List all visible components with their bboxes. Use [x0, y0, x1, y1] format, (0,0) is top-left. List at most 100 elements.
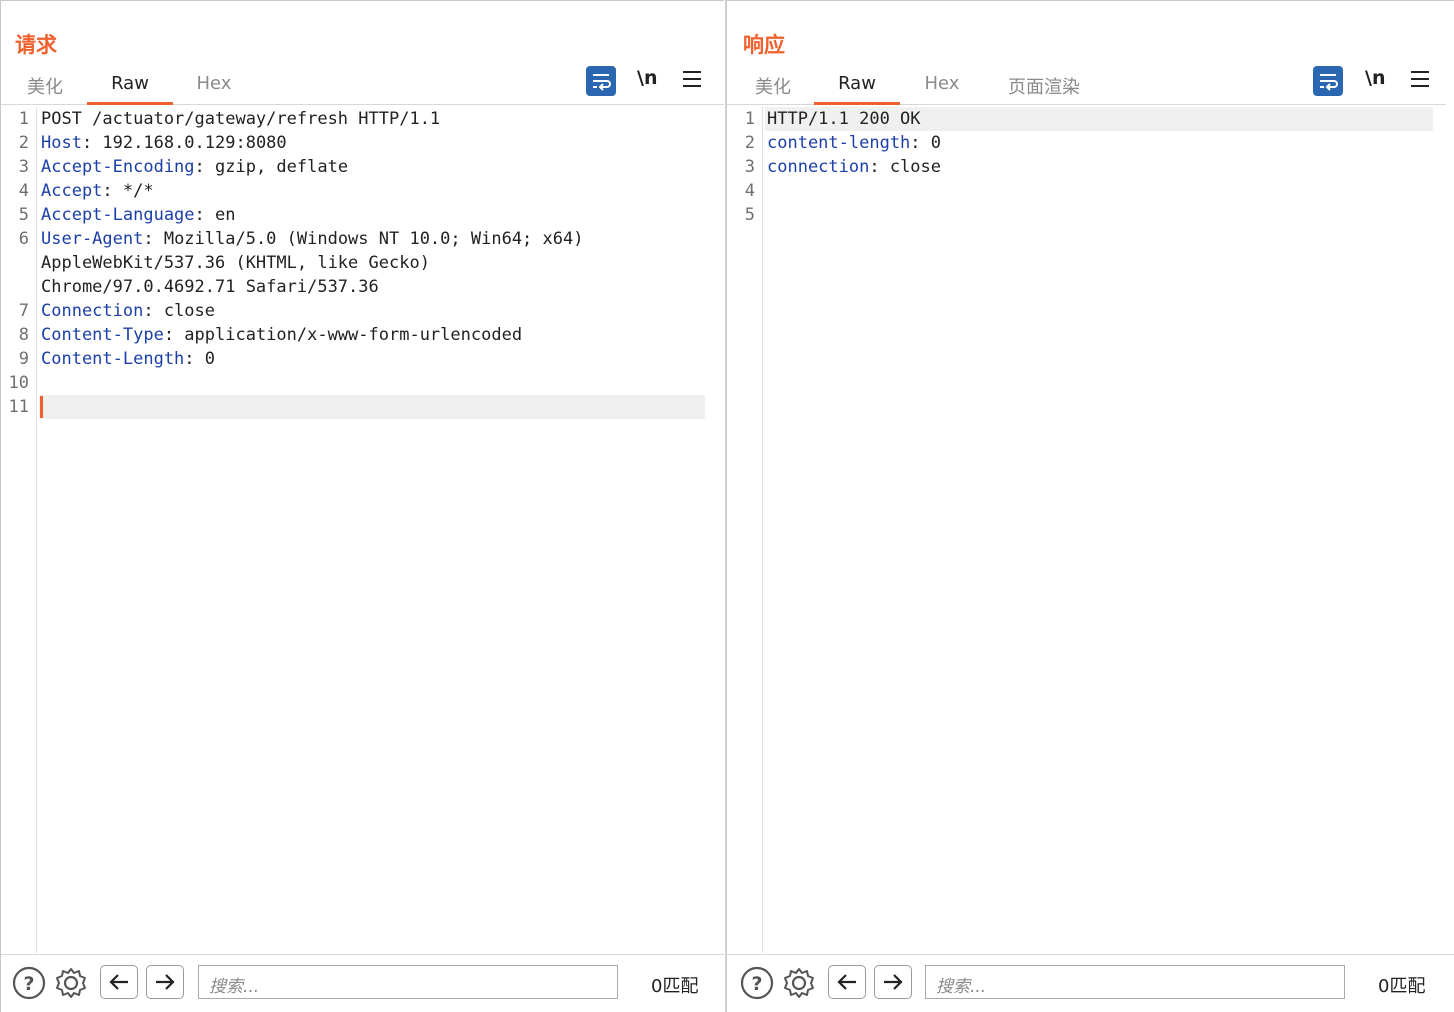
- match-count: 0匹配: [651, 976, 699, 997]
- arrow-left-icon: [837, 974, 856, 990]
- svg-text:?: ?: [751, 973, 762, 995]
- line-content: Accept-Language: en: [41, 203, 235, 227]
- menu-icon[interactable]: [683, 71, 701, 87]
- header-name: Accept: [41, 181, 103, 201]
- line-content: content-length: 0: [767, 131, 941, 155]
- settings-button[interactable]: [53, 965, 89, 1001]
- tab-hex[interactable]: Hex: [915, 73, 969, 105]
- code-line: 3 connection: close: [727, 155, 1454, 179]
- header-name: Accept-Encoding: [41, 157, 195, 177]
- header-value: : 192.168.0.129:8080: [81, 133, 287, 153]
- tab-pretty[interactable]: 美化: [751, 73, 795, 105]
- header-name: User-Agent: [41, 229, 144, 249]
- wrap-icon: [1320, 74, 1338, 91]
- header-name: Content-Length: [41, 349, 185, 369]
- header-value: : application/x-www-form-urlencoded: [163, 325, 523, 345]
- header-name: Host: [41, 133, 82, 153]
- code-line: 2 content-length: 0: [727, 131, 1454, 155]
- header-name: connection: [767, 157, 870, 177]
- help-icon: ?: [740, 966, 774, 1000]
- line-content: Content-Length: 0: [41, 347, 215, 371]
- header-value: : en: [194, 205, 236, 225]
- line-content: HTTP/1.1 200 OK: [767, 107, 921, 131]
- help-icon: ?: [12, 966, 46, 1000]
- line-number: 9: [18, 349, 29, 369]
- code-line: 1 POST /actuator/gateway/refresh HTTP/1.1: [1, 107, 724, 131]
- code-line: 9 Content-Length: 0: [1, 347, 724, 371]
- code-line: 2 Host: 192.168.0.129:8080: [1, 131, 724, 155]
- gear-icon: [784, 968, 814, 998]
- wrap-lines-button[interactable]: [586, 66, 616, 96]
- tab-hex[interactable]: Hex: [187, 73, 241, 105]
- code-line: 4 Accept: */*: [1, 179, 724, 203]
- line-gutter: [727, 107, 763, 953]
- line-number: 4: [744, 181, 755, 201]
- previous-match-button[interactable]: [100, 965, 138, 999]
- code-line: 11: [1, 395, 724, 419]
- previous-match-button[interactable]: [828, 965, 866, 999]
- header-name: content-length: [767, 133, 911, 153]
- line-content: Chrome/97.0.4692.71 Safari/537.36: [41, 275, 379, 299]
- code-line: 6 User-Agent: Mozilla/5.0 (Windows NT 10.…: [1, 227, 724, 251]
- line-content: User-Agent: Mozilla/5.0 (Windows NT 10.0…: [41, 227, 583, 251]
- tab-pretty[interactable]: 美化: [23, 73, 67, 105]
- code-line: 4: [727, 179, 1454, 203]
- code-line: 5 Accept-Language: en: [1, 203, 724, 227]
- header-value: : close: [869, 157, 942, 177]
- next-match-button[interactable]: [146, 965, 184, 999]
- header-value: Chrome/97.0.4692.71 Safari/537.36: [41, 277, 379, 297]
- search-input[interactable]: 搜索...: [198, 965, 618, 999]
- response-pane: 响应 美化 Raw Hex 页面渲染 \n 1 HTTP/1.1 200 OK 2 c…: [725, 0, 1454, 1012]
- help-button[interactable]: ?: [739, 965, 775, 1001]
- code-line: 7 Connection: close: [1, 299, 724, 323]
- code-line: 3 Accept-Encoding: gzip, deflate: [1, 155, 724, 179]
- help-button[interactable]: ?: [11, 965, 47, 1001]
- response-title: 响应: [743, 33, 785, 57]
- header-value: : close: [143, 301, 216, 321]
- next-match-button[interactable]: [874, 965, 912, 999]
- response-footer: ? 搜索... 0匹配: [727, 954, 1454, 1012]
- header-value: : Mozilla/5.0 (Windows NT 10.0; Win64; x…: [143, 229, 584, 249]
- header-value: HTTP/1.1 200 OK: [767, 109, 921, 129]
- header-value: : gzip, deflate: [194, 157, 349, 177]
- wrap-lines-button[interactable]: [1313, 66, 1343, 96]
- tab-render[interactable]: 页面渲染: [1003, 73, 1085, 105]
- show-newlines-button[interactable]: \n: [637, 67, 657, 89]
- request-editor[interactable]: 1 POST /actuator/gateway/refresh HTTP/1.1…: [1, 107, 724, 953]
- header-value: : 0: [910, 133, 942, 153]
- line-number: 3: [744, 157, 755, 177]
- line-content: Accept-Encoding: gzip, deflate: [41, 155, 348, 179]
- line-content: Content-Type: application/x-www-form-url…: [41, 323, 522, 347]
- line-number: 3: [18, 157, 29, 177]
- code-line: 8 Content-Type: application/x-www-form-ur…: [1, 323, 724, 347]
- show-newlines-button[interactable]: \n: [1365, 67, 1385, 89]
- line-number: 1: [18, 109, 29, 129]
- header-value: POST /actuator/gateway/refresh HTTP/1.1: [41, 109, 441, 129]
- menu-icon[interactable]: [1411, 71, 1429, 87]
- line-number: 1: [744, 109, 755, 129]
- code-line: AppleWebKit/537.36 (KHTML, like Gecko): [1, 251, 724, 275]
- header-name: Accept-Language: [41, 205, 195, 225]
- tab-raw[interactable]: Raw: [87, 73, 173, 105]
- code-line: 10: [1, 371, 724, 395]
- line-number: 2: [744, 133, 755, 153]
- line-content: POST /actuator/gateway/refresh HTTP/1.1: [41, 107, 440, 131]
- header-value: : */*: [102, 181, 154, 201]
- line-number: 8: [18, 325, 29, 345]
- response-editor[interactable]: 1 HTTP/1.1 200 OK 2 content-length: 0 3 conne…: [727, 107, 1454, 953]
- gear-icon: [56, 968, 86, 998]
- line-number: 10: [8, 373, 29, 393]
- line-number: 5: [744, 205, 755, 225]
- tab-raw[interactable]: Raw: [814, 73, 900, 105]
- line-number: 6: [18, 229, 29, 249]
- request-pane: 请求 美化 Raw Hex \n 1 POST /actuator/gateway…: [0, 0, 724, 1012]
- header-value: : 0: [184, 349, 216, 369]
- line-number: 11: [8, 397, 29, 417]
- request-title: 请求: [15, 33, 57, 57]
- line-number: 5: [18, 205, 29, 225]
- search-input[interactable]: 搜索...: [925, 965, 1345, 999]
- line-content: Connection: close: [41, 299, 215, 323]
- arrow-left-icon: [109, 974, 128, 990]
- svg-text:?: ?: [23, 973, 34, 995]
- settings-button[interactable]: [781, 965, 817, 1001]
